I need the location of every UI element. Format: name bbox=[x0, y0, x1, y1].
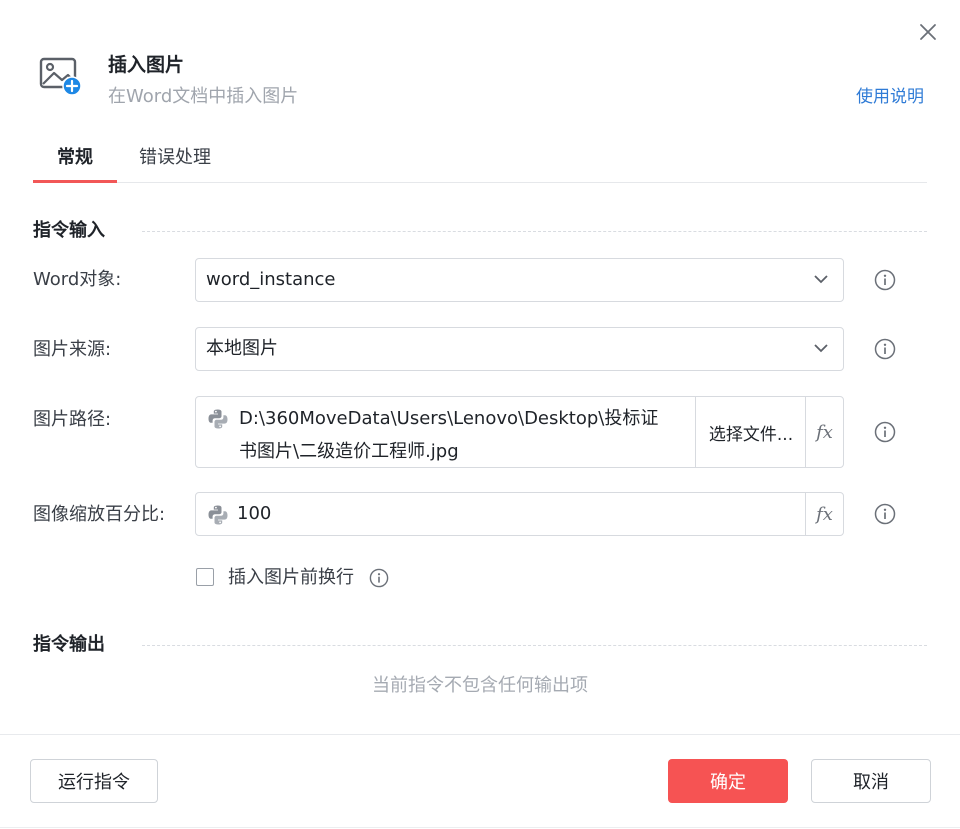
info-icon[interactable] bbox=[369, 568, 389, 588]
fx-icon: fx bbox=[816, 503, 833, 525]
close-button[interactable] bbox=[914, 18, 942, 46]
section-divider bbox=[142, 231, 927, 232]
fx-button[interactable]: fx bbox=[805, 397, 843, 467]
fx-icon: fx bbox=[816, 421, 833, 443]
cancel-button[interactable]: 取消 bbox=[811, 759, 931, 803]
scale-input[interactable]: 100 fx bbox=[195, 492, 844, 536]
python-icon bbox=[208, 409, 228, 429]
tab-error-handling[interactable]: 错误处理 bbox=[139, 140, 211, 180]
image-source-select[interactable]: 本地图片 bbox=[195, 327, 844, 371]
image-path-input[interactable]: D:\360MoveData\Users\Lenovo\Desktop\投标证 … bbox=[195, 396, 844, 468]
image-add-icon bbox=[38, 54, 84, 98]
image-source-value: 本地图片 bbox=[206, 338, 278, 359]
dialog-subtitle: 在Word文档中插入图片 bbox=[108, 86, 299, 107]
dialog-title: 插入图片 bbox=[108, 54, 185, 76]
chevron-down-icon bbox=[814, 344, 828, 353]
close-icon bbox=[920, 24, 936, 40]
tab-general[interactable]: 常规 bbox=[33, 140, 117, 183]
info-icon[interactable] bbox=[874, 269, 896, 291]
fx-button[interactable]: fx bbox=[805, 493, 843, 535]
tab-bar: 常规 错误处理 bbox=[33, 140, 927, 183]
info-icon[interactable] bbox=[874, 421, 896, 443]
word-object-label: Word对象: bbox=[33, 269, 122, 290]
image-source-label: 图片来源: bbox=[33, 339, 112, 360]
confirm-button[interactable]: 确定 bbox=[668, 759, 788, 803]
scale-label: 图像缩放百分比: bbox=[33, 504, 166, 525]
help-link[interactable]: 使用说明 bbox=[856, 85, 924, 109]
image-path-label: 图片路径: bbox=[33, 409, 112, 430]
info-icon[interactable] bbox=[874, 338, 896, 360]
choose-file-button[interactable]: 选择文件... bbox=[695, 397, 806, 467]
bottom-divider bbox=[0, 827, 960, 828]
run-command-button[interactable]: 运行指令 bbox=[30, 759, 158, 803]
input-section-title: 指令输入 bbox=[33, 220, 105, 241]
scale-value: 100 bbox=[237, 503, 272, 524]
python-icon bbox=[208, 505, 228, 525]
word-object-value: word_instance bbox=[206, 269, 336, 290]
footer-divider bbox=[0, 734, 960, 735]
image-path-value-line2: 书图片\二级造价工程师.jpg bbox=[239, 441, 459, 462]
empty-output-text: 当前指令不包含任何输出项 bbox=[372, 675, 588, 696]
chevron-down-icon bbox=[814, 275, 828, 284]
newline-checkbox[interactable] bbox=[196, 568, 214, 586]
image-path-value-line1: D:\360MoveData\Users\Lenovo\Desktop\投标证 bbox=[239, 408, 659, 429]
info-icon[interactable] bbox=[874, 503, 896, 525]
section-divider bbox=[142, 645, 927, 646]
word-object-select[interactable]: word_instance bbox=[195, 258, 844, 302]
output-section-title: 指令输出 bbox=[33, 634, 105, 655]
newline-checkbox-label[interactable]: 插入图片前换行 bbox=[228, 566, 354, 590]
